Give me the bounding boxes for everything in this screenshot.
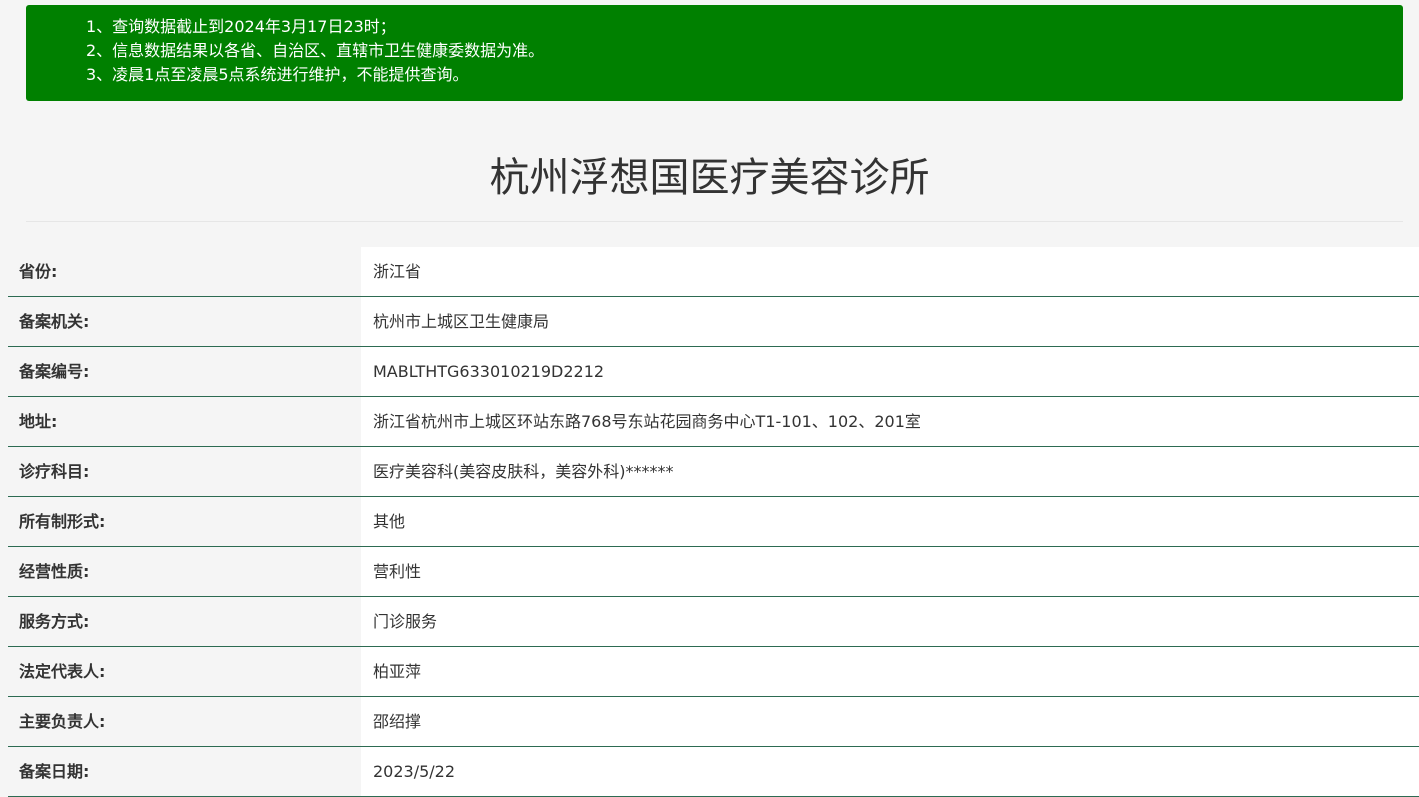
table-row: 备案编号: MABLTHTG633010219D2212 xyxy=(8,347,1419,397)
info-table: 省份: 浙江省 备案机关: 杭州市上城区卫生健康局 备案编号: MABLTHTG… xyxy=(8,247,1419,797)
row-label-business-nature: 经营性质: xyxy=(8,547,361,596)
table-row: 诊疗科目: 医疗美容科(美容皮肤科，美容外科)****** xyxy=(8,447,1419,497)
row-label-authority: 备案机关: xyxy=(8,297,361,346)
table-row: 地址: 浙江省杭州市上城区环站东路768号东站花园商务中心T1-101、102、… xyxy=(8,397,1419,447)
notice-line-1: 1、查询数据截止到2024年3月17日23时； xyxy=(86,17,396,36)
table-row: 备案机关: 杭州市上城区卫生健康局 xyxy=(8,297,1419,347)
row-label-province: 省份: xyxy=(8,247,361,296)
row-label-ownership: 所有制形式: xyxy=(8,497,361,546)
row-label-service-mode: 服务方式: xyxy=(8,597,361,646)
table-row: 备案日期: 2023/5/22 xyxy=(8,747,1419,797)
row-value-province: 浙江省 xyxy=(361,247,1419,296)
page-title: 杭州浮想国医疗美容诊所 xyxy=(489,155,930,201)
row-label-record-number: 备案编号: xyxy=(8,347,361,396)
row-value-ownership: 其他 xyxy=(361,497,1419,546)
notice-banner: 1、查询数据截止到2024年3月17日23时； 2、信息数据结果以各省、自治区、… xyxy=(26,5,1403,101)
row-value-record-number: MABLTHTG633010219D2212 xyxy=(361,347,1419,396)
table-row: 服务方式: 门诊服务 xyxy=(8,597,1419,647)
row-value-authority: 杭州市上城区卫生健康局 xyxy=(361,297,1419,346)
table-row: 所有制形式: 其他 xyxy=(8,497,1419,547)
table-row: 经营性质: 营利性 xyxy=(8,547,1419,597)
row-value-address: 浙江省杭州市上城区环站东路768号东站花园商务中心T1-101、102、201室 xyxy=(361,397,1419,446)
row-label-record-date: 备案日期: xyxy=(8,747,361,796)
row-value-principal: 邵绍撑 xyxy=(361,697,1419,746)
table-row: 省份: 浙江省 xyxy=(8,247,1419,297)
row-label-departments: 诊疗科目: xyxy=(8,447,361,496)
row-value-legal-rep: 柏亚萍 xyxy=(361,647,1419,696)
notice-line-3: 3、凌晨1点至凌晨5点系统进行维护，不能提供查询。 xyxy=(86,65,469,84)
table-row: 法定代表人: 柏亚萍 xyxy=(8,647,1419,697)
row-label-address: 地址: xyxy=(8,397,361,446)
table-row: 主要负责人: 邵绍撑 xyxy=(8,697,1419,747)
row-value-business-nature: 营利性 xyxy=(361,547,1419,596)
row-label-legal-rep: 法定代表人: xyxy=(8,647,361,696)
notice-line-2: 2、信息数据结果以各省、自治区、直辖市卫生健康委数据为准。 xyxy=(86,41,545,60)
title-divider xyxy=(26,221,1403,222)
row-value-service-mode: 门诊服务 xyxy=(361,597,1419,646)
row-value-departments: 医疗美容科(美容皮肤科，美容外科)****** xyxy=(361,447,1419,496)
row-value-record-date: 2023/5/22 xyxy=(361,747,1419,796)
row-label-principal: 主要负责人: xyxy=(8,697,361,746)
